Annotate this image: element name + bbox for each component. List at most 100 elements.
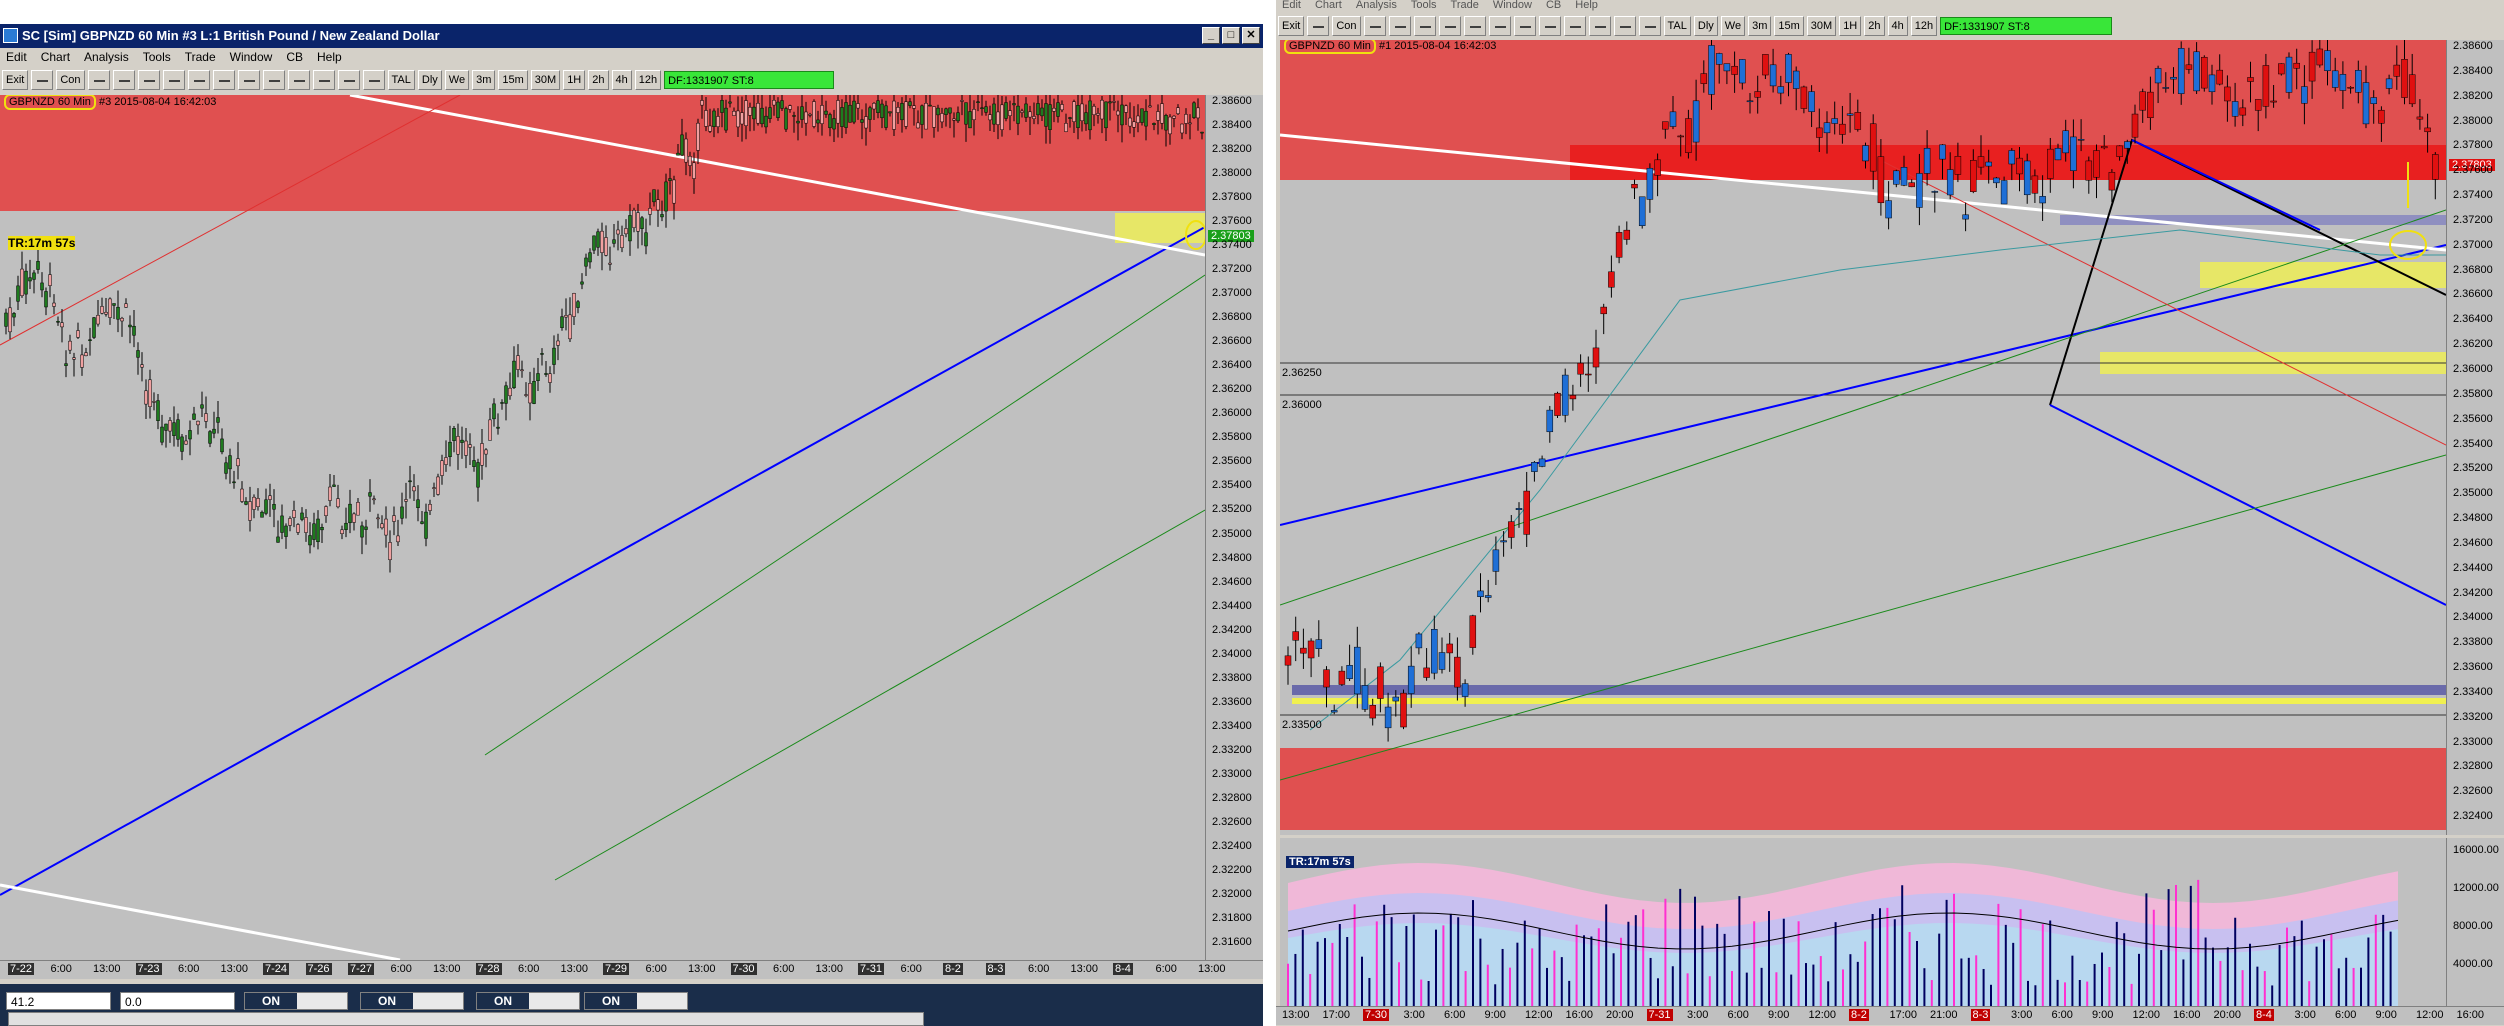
- channel-tool-icon[interactable]: [1513, 16, 1536, 36]
- template-icon-3[interactable]: [1613, 16, 1636, 36]
- zoom-icon[interactable]: [1307, 16, 1330, 36]
- minimize-button[interactable]: _: [1202, 27, 1220, 44]
- period-daily[interactable]: Dly: [1693, 16, 1718, 36]
- period-12h[interactable]: 12h: [634, 70, 662, 90]
- quantity-input[interactable]: 41.2: [6, 992, 111, 1010]
- menu-analysis[interactable]: Analysis: [84, 48, 129, 66]
- fibonacci-icon[interactable]: [112, 70, 135, 90]
- left-candle: [212, 428, 216, 434]
- period-12h[interactable]: 12h: [1910, 16, 1938, 36]
- template-icon-1[interactable]: [287, 70, 310, 90]
- menu-cb[interactable]: CB: [1546, 0, 1561, 14]
- left-candle: [184, 440, 188, 445]
- left-time-tick: 6:00: [645, 963, 667, 975]
- left-symbol-label[interactable]: GBPNZD 60 Min: [4, 95, 96, 110]
- left-candle: [684, 138, 688, 163]
- toggle-3[interactable]: ON: [476, 992, 580, 1010]
- zoom-icon[interactable]: [31, 70, 54, 90]
- period-3m[interactable]: 3m: [472, 70, 496, 90]
- rectangle-tool-icon[interactable]: [212, 70, 235, 90]
- template-icon-3[interactable]: [337, 70, 360, 90]
- right-candle: [2370, 97, 2377, 104]
- offset-input[interactable]: 0.0: [120, 992, 235, 1010]
- exit-button[interactable]: Exit: [2, 70, 29, 90]
- toggle-2[interactable]: ON: [360, 992, 464, 1010]
- period-30m[interactable]: 30M: [1806, 16, 1837, 36]
- text-tool-icon[interactable]: [262, 70, 285, 90]
- close-button[interactable]: ✕: [1242, 27, 1260, 44]
- maximize-button[interactable]: □: [1222, 27, 1240, 44]
- period-daily[interactable]: Dly: [417, 70, 442, 90]
- ray-tool-icon[interactable]: [187, 70, 210, 90]
- left-candle: [908, 101, 912, 106]
- period-1h[interactable]: 1H: [563, 70, 586, 90]
- period-weekly[interactable]: We: [444, 70, 470, 90]
- right-candle: [2147, 91, 2154, 119]
- crosshair-icon[interactable]: [137, 70, 160, 90]
- rectangle-tool-icon[interactable]: [1488, 16, 1511, 36]
- right-price-chart[interactable]: GBPNZD 60 Min #1 2015-08-04 16:42:03 2.3…: [1280, 40, 2446, 835]
- menu-edit[interactable]: Edit: [6, 48, 27, 66]
- period-1h[interactable]: 1H: [1839, 16, 1862, 36]
- exit-button[interactable]: Exit: [1278, 16, 1305, 36]
- left-title-bar[interactable]: SC [Sim] GBPNZD 60 Min #3 L:1 British Po…: [0, 24, 1263, 48]
- con-button[interactable]: Con: [56, 70, 85, 90]
- period-3m[interactable]: 3m: [1748, 16, 1772, 36]
- chart-settings-icon[interactable]: [1363, 16, 1386, 36]
- horizontal-scrollbar[interactable]: [8, 1012, 924, 1026]
- left-price-chart[interactable]: GBPNZD 60 Min #3 2015-08-04 16:42:03 TR:…: [0, 95, 1205, 960]
- right-candle: [2324, 50, 2331, 71]
- con-button[interactable]: Con: [1332, 16, 1361, 36]
- line-tool-icon[interactable]: [162, 70, 185, 90]
- menu-cb[interactable]: CB: [286, 48, 303, 66]
- template-icon-2[interactable]: [1588, 16, 1611, 36]
- ray-tool-icon[interactable]: [1463, 16, 1486, 36]
- left-candle: [80, 354, 84, 368]
- template-icon-4[interactable]: [362, 70, 385, 90]
- period-15m[interactable]: 15m: [1774, 16, 1804, 36]
- menu-window[interactable]: Window: [230, 48, 273, 66]
- menu-edit[interactable]: Edit: [1282, 0, 1301, 14]
- right-price-axis[interactable]: 2.37803 2.38600 2.38400 2.38200 2.38000 2.37…: [2446, 40, 2504, 835]
- left-price-axis[interactable]: 2.37803 2.38600 2.38400 2.38200 2.38000 2.37…: [1205, 95, 1263, 960]
- menu-chart[interactable]: Chart: [41, 48, 70, 66]
- right-time-axis[interactable]: 13:00 17:00 7-30 3:00 6:00 9:00 12:00 16:00 20:0…: [1276, 1006, 2504, 1025]
- period-15m[interactable]: 15m: [498, 70, 528, 90]
- template-icon-1[interactable]: [1563, 16, 1586, 36]
- left-time-axis[interactable]: 7-22 6:00 13:00 7-23 6:00 13:00 7-24 7-26 7-27 6:…: [0, 960, 1263, 979]
- left-candle: [88, 339, 92, 341]
- period-weekly[interactable]: We: [1720, 16, 1746, 36]
- menu-trade[interactable]: Trade: [1451, 0, 1479, 14]
- fibonacci-icon[interactable]: [1388, 16, 1411, 36]
- menu-analysis[interactable]: Analysis: [1356, 0, 1397, 14]
- menu-tools[interactable]: Tools: [1411, 0, 1437, 14]
- left-candle: [1024, 103, 1028, 118]
- toggle-4[interactable]: ON: [584, 992, 688, 1010]
- period-4h[interactable]: 4h: [611, 70, 632, 90]
- menu-chart[interactable]: Chart: [1315, 0, 1342, 14]
- volume-panel[interactable]: TR:17m 57s: [1280, 838, 2446, 1006]
- tal-button[interactable]: TAL: [1663, 16, 1691, 36]
- menu-window[interactable]: Window: [1493, 0, 1532, 14]
- left-candle: [228, 455, 232, 470]
- channel-tool-icon[interactable]: [237, 70, 260, 90]
- menu-tools[interactable]: Tools: [143, 48, 171, 66]
- line-tool-icon[interactable]: [1438, 16, 1461, 36]
- period-30m[interactable]: 30M: [530, 70, 561, 90]
- period-2h[interactable]: 2h: [588, 70, 609, 90]
- period-2h[interactable]: 2h: [1864, 16, 1885, 36]
- tal-button[interactable]: TAL: [387, 70, 415, 90]
- template-icon-2[interactable]: [312, 70, 335, 90]
- toggle-1[interactable]: ON: [244, 992, 348, 1010]
- right-time-tick: 17:00: [1889, 1009, 1918, 1021]
- right-candle: [2185, 64, 2193, 70]
- crosshair-icon[interactable]: [1413, 16, 1436, 36]
- template-icon-4[interactable]: [1638, 16, 1661, 36]
- menu-help[interactable]: Help: [317, 48, 342, 66]
- chart-settings-icon[interactable]: [87, 70, 110, 90]
- text-tool-icon[interactable]: [1538, 16, 1561, 36]
- right-symbol-label[interactable]: GBPNZD 60 Min: [1284, 40, 1376, 54]
- menu-help[interactable]: Help: [1575, 0, 1598, 14]
- period-4h[interactable]: 4h: [1887, 16, 1908, 36]
- menu-trade[interactable]: Trade: [185, 48, 216, 66]
